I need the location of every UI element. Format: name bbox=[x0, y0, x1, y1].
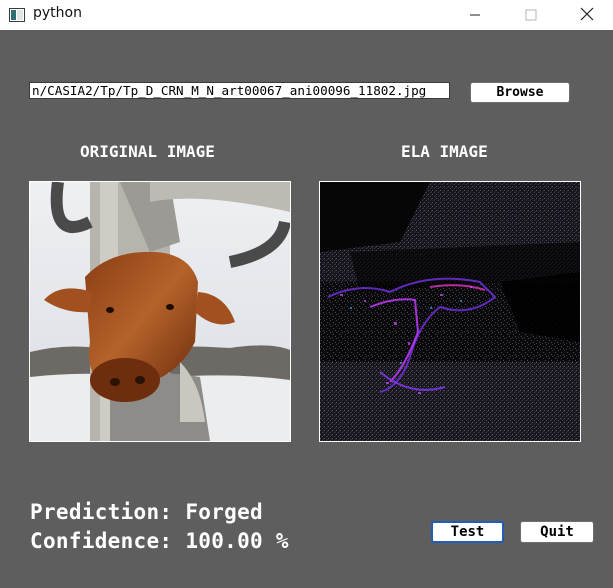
title-bar[interactable]: python bbox=[0, 0, 613, 30]
python-window-icon bbox=[9, 7, 25, 22]
app-window: python n/CASIA2/Tp/Tp_D_CRN_M_N_art00067… bbox=[0, 0, 613, 588]
close-button[interactable] bbox=[564, 0, 610, 30]
browse-button[interactable]: Browse bbox=[470, 82, 570, 103]
maximize-button[interactable] bbox=[508, 0, 554, 30]
window-title: python bbox=[33, 5, 82, 21]
close-icon bbox=[580, 6, 594, 25]
minimize-button[interactable] bbox=[452, 0, 498, 30]
confidence-text: Confidence: 100.00 % bbox=[30, 529, 289, 553]
ela-image bbox=[319, 181, 581, 442]
original-image bbox=[29, 181, 291, 442]
ela-image-label: ELA IMAGE bbox=[401, 142, 488, 161]
maximize-icon bbox=[525, 6, 537, 25]
prediction-text: Prediction: Forged bbox=[30, 500, 263, 524]
file-path-field[interactable]: n/CASIA2/Tp/Tp_D_CRN_M_N_art00067_ani000… bbox=[29, 82, 450, 99]
original-image-label: ORIGINAL IMAGE bbox=[80, 142, 215, 161]
quit-button[interactable]: Quit bbox=[520, 521, 594, 543]
minimize-icon bbox=[469, 6, 481, 25]
test-button[interactable]: Test bbox=[431, 521, 504, 543]
